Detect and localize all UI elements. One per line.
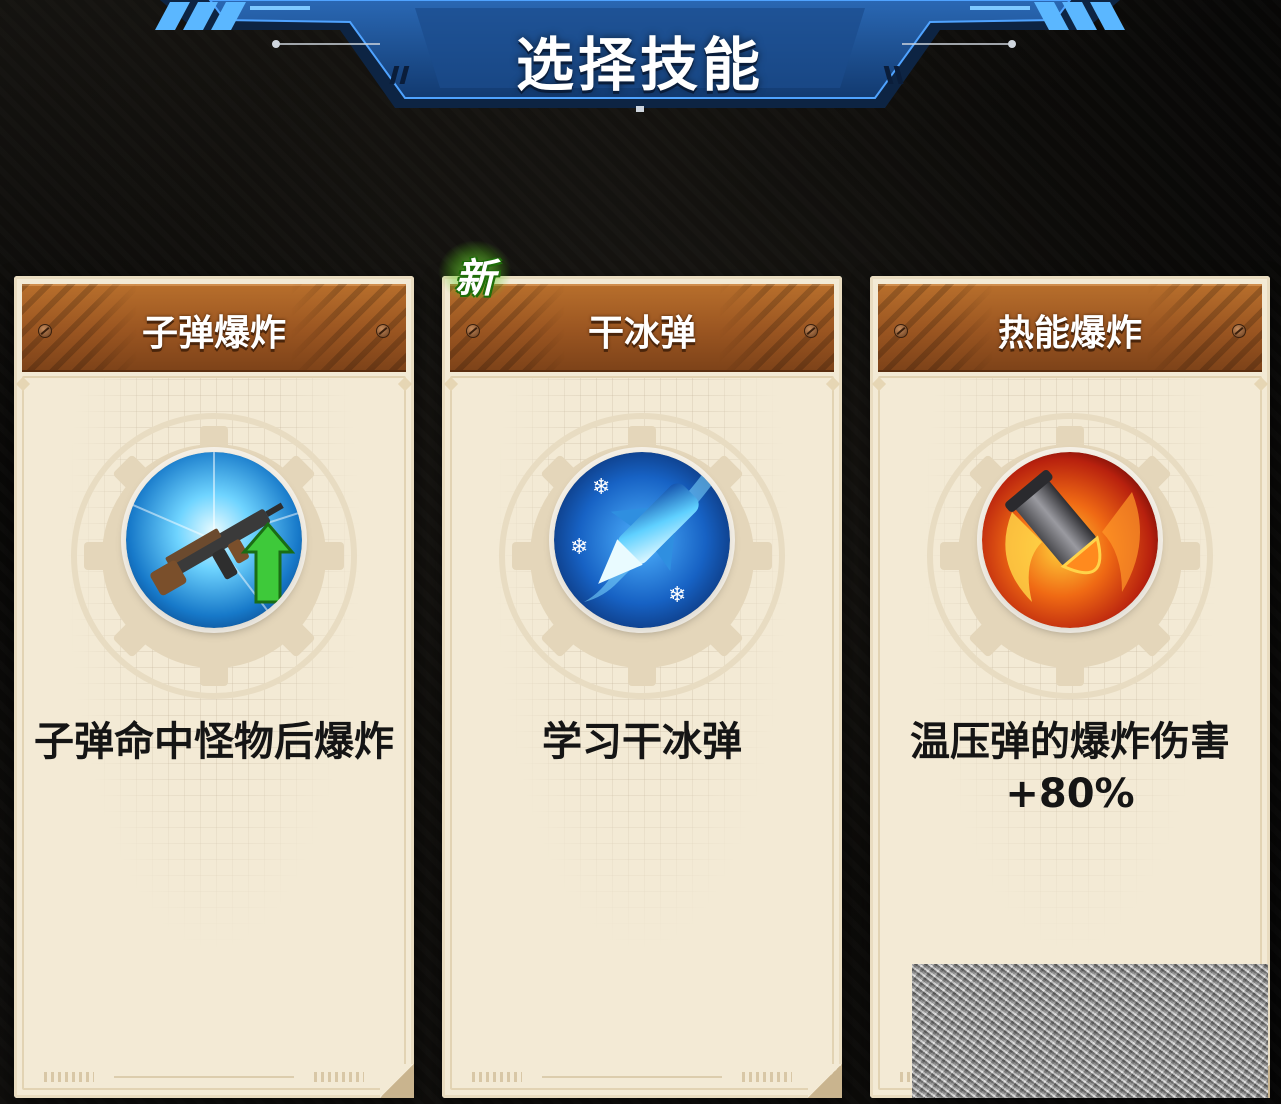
title-banner: 选择技能 <box>150 0 1130 115</box>
fire-bullet-icon <box>982 452 1158 628</box>
noise-overlay <box>912 964 1268 1098</box>
skill-card-bullet-explosion[interactable]: 子弹爆炸 子弹命中怪物后爆炸 <box>14 276 414 1098</box>
skill-title: 干冰弹 <box>587 313 696 354</box>
svg-text:❄: ❄ <box>570 535 588 560</box>
skill-description: 温压弹的爆炸伤害+80% <box>910 719 1230 817</box>
svg-text:❄: ❄ <box>668 583 686 608</box>
page-title: 选择技能 <box>515 31 764 99</box>
rifle-upgrade-icon <box>126 452 302 628</box>
skill-title: 子弹爆炸 <box>141 313 286 354</box>
ice-bullet-icon: ❄ ❄ ❄ <box>554 452 730 628</box>
card-header: 子弹爆炸 <box>22 284 406 370</box>
svg-text:❄: ❄ <box>592 475 610 500</box>
skill-description: 学习干冰弹 <box>542 719 742 765</box>
card-header: 热能爆炸 <box>878 284 1262 370</box>
skill-card-dry-ice-bullet[interactable]: 干冰弹 新 ❄ ❄ ❄ 学习干冰弹 <box>438 240 842 1098</box>
new-badge: 新 <box>438 240 512 302</box>
skill-description: 子弹命中怪物后爆炸 <box>34 719 394 765</box>
skill-title: 热能爆炸 <box>997 313 1142 354</box>
